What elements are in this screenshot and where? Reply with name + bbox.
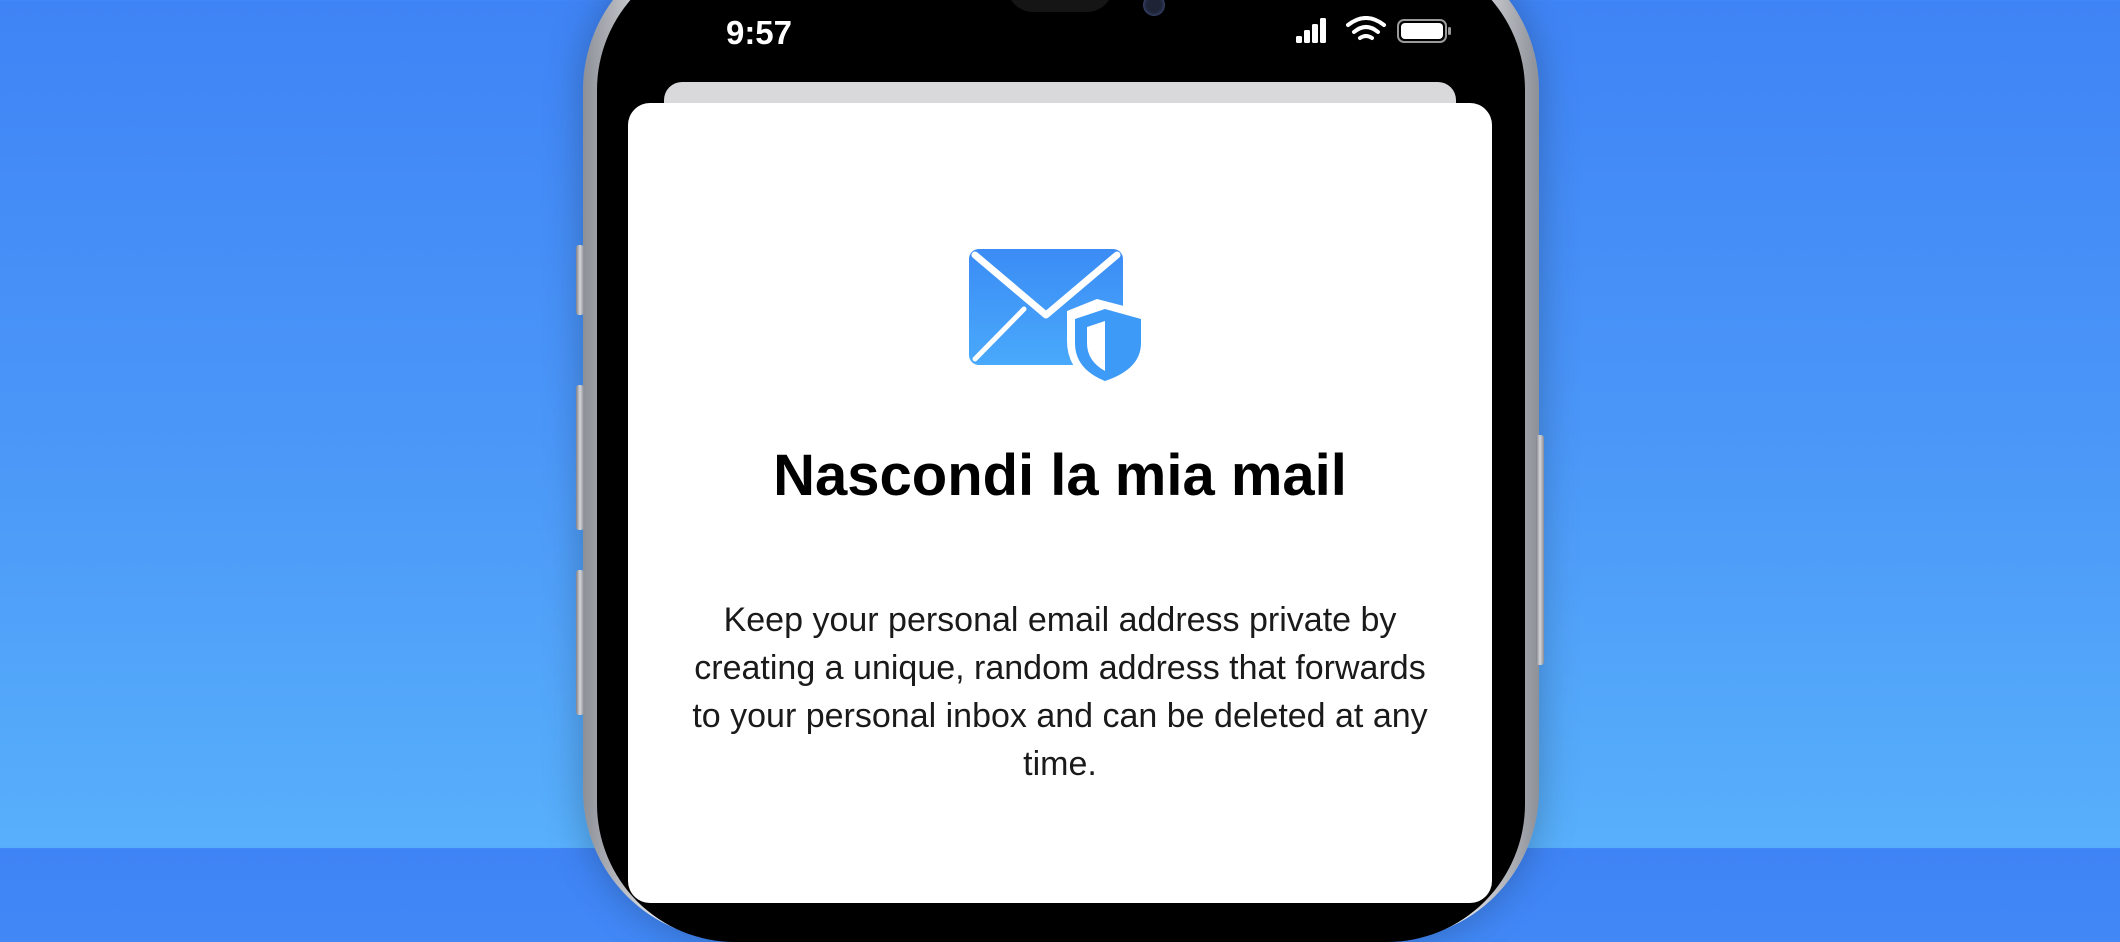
silent-switch [576,245,584,315]
volume-down-button [576,570,584,715]
cellular-signal-icon [1296,18,1326,43]
power-button [1536,435,1544,665]
hide-my-email-icon [969,249,1143,385]
sheet-title: Nascondi la mia mail [773,443,1347,508]
sheet-description: Keep your personal email address private… [692,601,1428,783]
volume-up-button [576,385,584,530]
wifi-icon [1346,16,1386,40]
status-icons [1296,16,1451,43]
battery-icon [1397,19,1451,43]
status-time: 9:57 [725,14,793,51]
